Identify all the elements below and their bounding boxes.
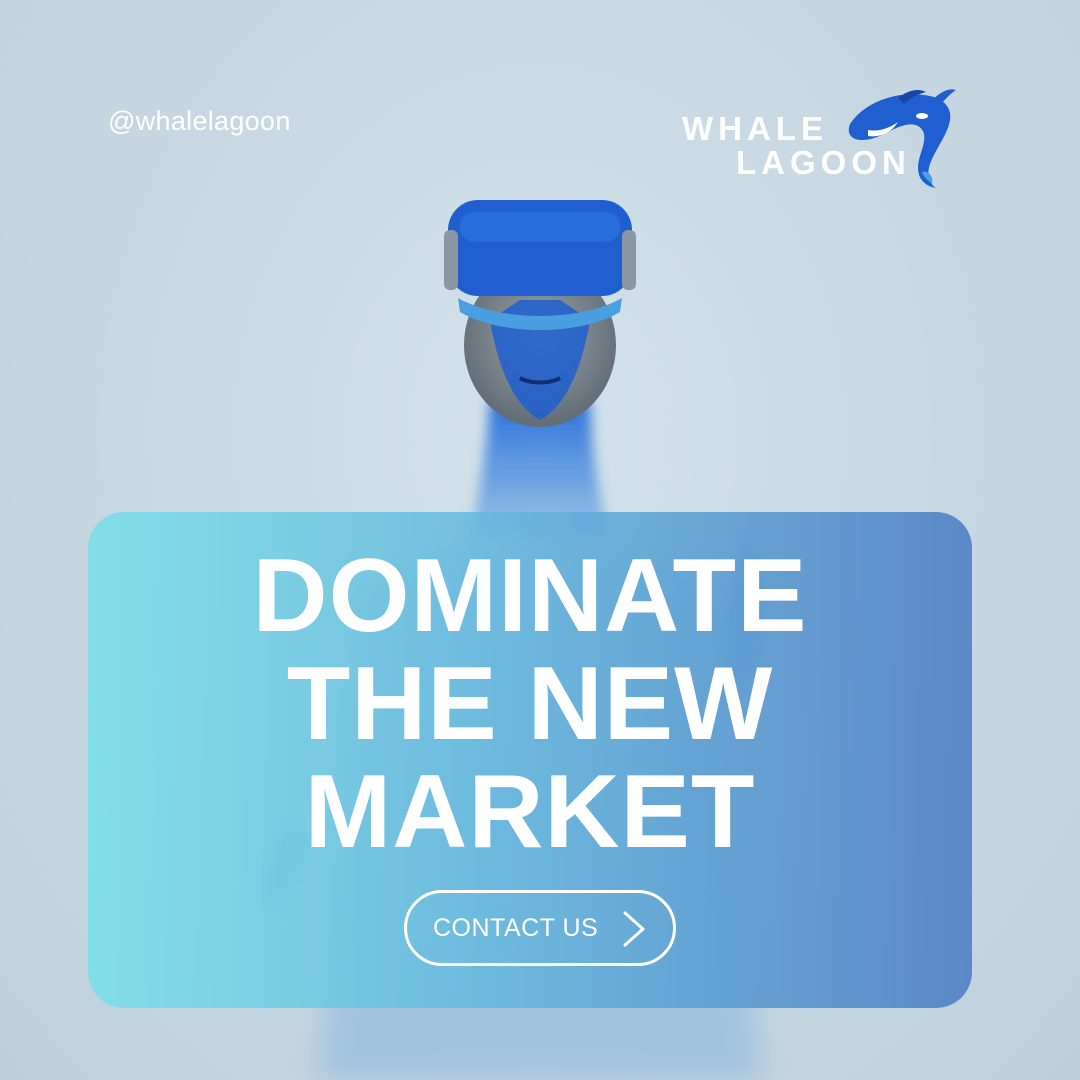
- contact-us-button[interactable]: CONTACT US: [404, 890, 676, 966]
- headline-panel: DOMINATE THE NEW MARKET CONTACT US: [88, 512, 972, 1008]
- headline: DOMINATE THE NEW MARKET: [88, 542, 972, 866]
- chevron-right-icon: [623, 911, 645, 947]
- contact-us-label: CONTACT US: [433, 913, 599, 942]
- headline-line-2: THE NEW: [286, 646, 774, 762]
- ad-canvas: @whalelagoon WHALE LAGOON DOMINATE THE N…: [0, 0, 1080, 1080]
- headline-line-1: DOMINATE: [252, 538, 808, 654]
- headline-line-3: MARKET: [304, 754, 756, 870]
